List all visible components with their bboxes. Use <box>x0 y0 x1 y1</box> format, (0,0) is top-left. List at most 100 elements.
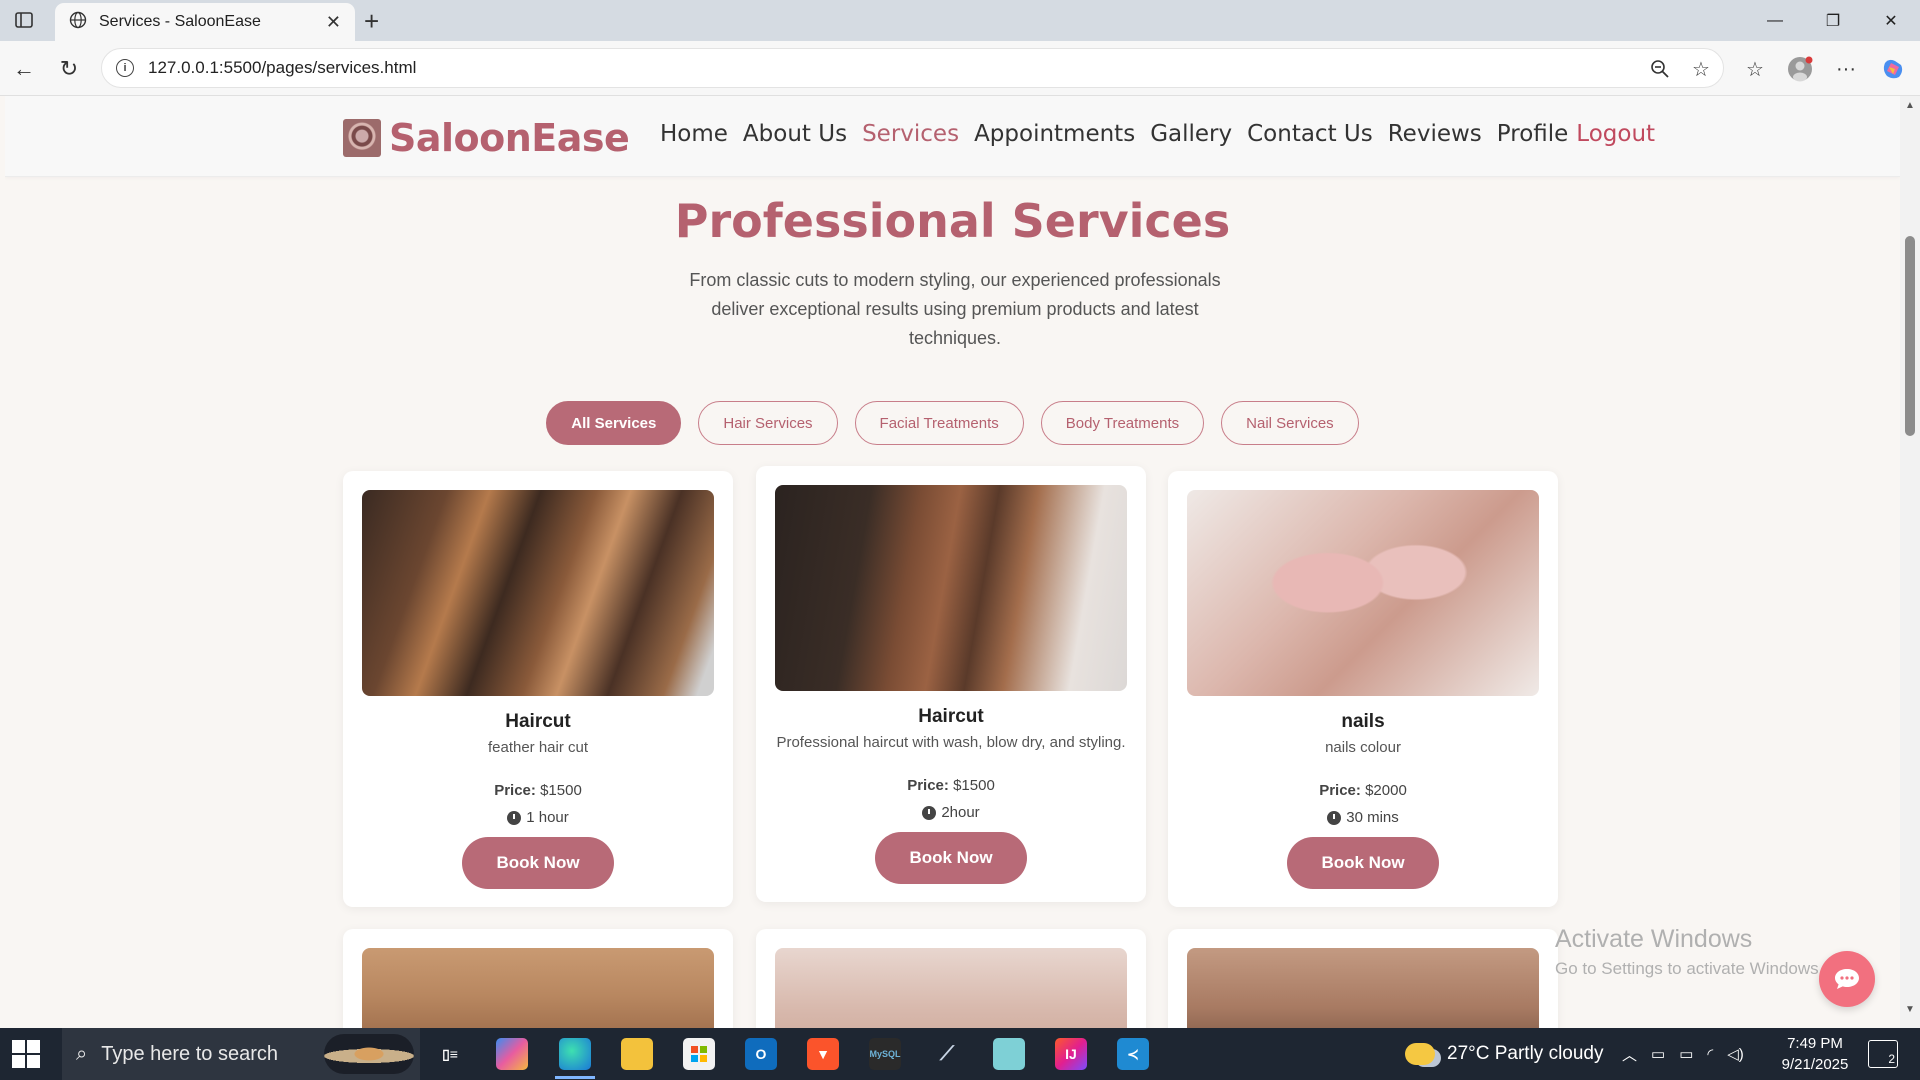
nav-home[interactable]: Home <box>660 121 728 147</box>
battery-icon[interactable]: ▭ <box>1679 1045 1693 1063</box>
service-card: Haircut Professional haircut with wash, … <box>756 466 1146 902</box>
nav-contact-us[interactable]: Contact Us <box>1247 121 1373 147</box>
nav-gallery[interactable]: Gallery <box>1150 121 1232 147</box>
eclipse-icon[interactable]: ⟋ <box>931 1038 963 1070</box>
search-highlight-image <box>324 1034 414 1074</box>
service-description: feather hair cut <box>487 739 589 756</box>
site-info-icon[interactable]: i <box>116 59 134 77</box>
windows-taskbar: ⌕ Type here to search ▯≡ O ▼ MySQL ⟋ IJ … <box>0 1028 1920 1080</box>
book-now-button[interactable]: Book Now <box>462 837 614 889</box>
service-image <box>1187 490 1539 696</box>
logo-image <box>343 119 381 157</box>
favorite-star-icon[interactable]: ☆ <box>1686 54 1716 84</box>
book-now-button[interactable]: Book Now <box>875 832 1027 884</box>
price-label: Price: <box>907 777 949 794</box>
nav-services[interactable]: Services <box>862 121 959 147</box>
filter-body-treatments[interactable]: Body Treatments <box>1040 401 1205 445</box>
url-input[interactable]: i 127.0.0.1:5500/pages/services.html <box>101 48 1724 88</box>
wifi-icon[interactable]: ◜ <box>1707 1045 1713 1063</box>
intellij-icon[interactable]: IJ <box>1055 1038 1087 1070</box>
volume-icon[interactable]: ◁) <box>1727 1045 1744 1063</box>
nav-about-us[interactable]: About Us <box>743 121 847 147</box>
nav-reviews[interactable]: Reviews <box>1388 121 1482 147</box>
filter-facial-treatments[interactable]: Facial Treatments <box>854 401 1024 445</box>
service-image <box>362 490 714 696</box>
site-logo[interactable]: SaloonEase <box>343 116 630 160</box>
chat-button[interactable] <box>1819 951 1875 1007</box>
browser-tab[interactable]: Services - SaloonEase ✕ <box>55 3 355 41</box>
filter-all-services[interactable]: All Services <box>546 401 682 445</box>
task-view-icon[interactable]: ▯≡ <box>434 1038 466 1070</box>
file-explorer-icon[interactable] <box>621 1038 653 1070</box>
service-filters: All Services Hair Services Facial Treatm… <box>5 401 1900 445</box>
notes-app-icon[interactable] <box>993 1038 1025 1070</box>
scroll-up-icon[interactable]: ▲ <box>1900 100 1920 118</box>
microsoft-store-icon[interactable] <box>683 1038 715 1070</box>
activate-windows-subtitle: Go to Settings to activate Windows. <box>1555 959 1824 978</box>
nav-logout[interactable]: Logout <box>1576 121 1655 147</box>
service-title: Haircut <box>918 706 984 727</box>
close-window-icon[interactable]: ✕ <box>1862 0 1920 41</box>
edge-browser-icon[interactable] <box>559 1038 591 1070</box>
zoom-icon[interactable] <box>1645 54 1675 84</box>
address-toolbar: ← ↻ i 127.0.0.1:5500/pages/services.html… <box>0 41 1920 96</box>
meet-now-icon[interactable]: ▭ <box>1651 1045 1665 1063</box>
copilot-icon[interactable] <box>1878 54 1908 84</box>
tab-actions-icon[interactable] <box>10 8 38 32</box>
search-placeholder: Type here to search <box>101 1042 278 1065</box>
vscode-icon[interactable]: ≺ <box>1117 1038 1149 1070</box>
taskbar-search[interactable]: ⌕ Type here to search <box>62 1028 420 1080</box>
restore-icon[interactable]: ❐ <box>1804 0 1862 41</box>
clock-date: 9/21/2025 <box>1781 1056 1849 1073</box>
tab-title: Services - SaloonEase <box>99 13 261 30</box>
service-duration: 1 hour <box>343 809 733 826</box>
window-controls: — ❐ ✕ <box>1746 0 1920 41</box>
weather-widget[interactable]: 27°C Partly cloudy <box>1405 1028 1604 1080</box>
price-label: Price: <box>1319 782 1361 799</box>
service-image <box>362 948 714 1028</box>
filter-nail-services[interactable]: Nail Services <box>1221 401 1359 445</box>
taskbar-clock[interactable]: 7:49 PM 9/21/2025 <box>1770 1033 1860 1075</box>
nav-profile[interactable]: Profile <box>1497 121 1569 147</box>
chevron-up-icon[interactable]: ︿ <box>1622 1044 1637 1065</box>
favorites-icon[interactable]: ☆ <box>1740 54 1770 84</box>
price-label: Price: <box>494 782 536 799</box>
brave-browser-icon[interactable]: ▼ <box>807 1038 839 1070</box>
service-image <box>1187 948 1539 1028</box>
start-icon[interactable] <box>12 1040 40 1068</box>
service-image <box>775 485 1127 691</box>
copilot-app-icon[interactable] <box>496 1038 528 1070</box>
book-now-button[interactable]: Book Now <box>1287 837 1439 889</box>
globe-icon <box>69 11 87 34</box>
chat-bubble-icon <box>1835 969 1859 989</box>
duration-value: 30 mins <box>1346 809 1399 826</box>
service-title: nails <box>1341 711 1385 732</box>
clock-icon <box>1327 810 1342 825</box>
service-duration: 2hour <box>756 804 1146 821</box>
scroll-thumb[interactable] <box>1905 236 1915 436</box>
service-title: Haircut <box>505 711 571 732</box>
scroll-down-icon[interactable]: ▼ <box>1900 1004 1920 1022</box>
more-options-icon[interactable]: ··· <box>1831 54 1861 84</box>
back-icon[interactable]: ← <box>9 54 39 84</box>
browser-tab-bar: Services - SaloonEase ✕ + — ❐ ✕ <box>0 0 1920 41</box>
new-tab-icon[interactable]: + <box>364 6 379 37</box>
notifications-icon[interactable]: 2 <box>1868 1040 1898 1068</box>
profile-avatar-icon[interactable] <box>1785 54 1815 84</box>
refresh-icon[interactable]: ↻ <box>54 54 84 84</box>
filter-hair-services[interactable]: Hair Services <box>698 401 838 445</box>
clock-time: 7:49 PM <box>1787 1035 1843 1052</box>
brand-name: SaloonEase <box>389 116 630 160</box>
nav-appointments[interactable]: Appointments <box>974 121 1135 147</box>
partly-cloudy-icon <box>1405 1043 1435 1065</box>
mysql-icon[interactable]: MySQL <box>869 1038 901 1070</box>
service-card <box>343 929 733 1028</box>
price-value: $2000 <box>1365 782 1407 799</box>
close-tab-icon[interactable]: ✕ <box>326 12 341 33</box>
minimize-icon[interactable]: — <box>1746 0 1804 41</box>
outlook-icon[interactable]: O <box>745 1038 777 1070</box>
service-image <box>775 948 1127 1028</box>
service-duration: 30 mins <box>1168 809 1558 826</box>
service-price: Price: $2000 <box>1168 782 1558 799</box>
service-card <box>1168 929 1558 1028</box>
